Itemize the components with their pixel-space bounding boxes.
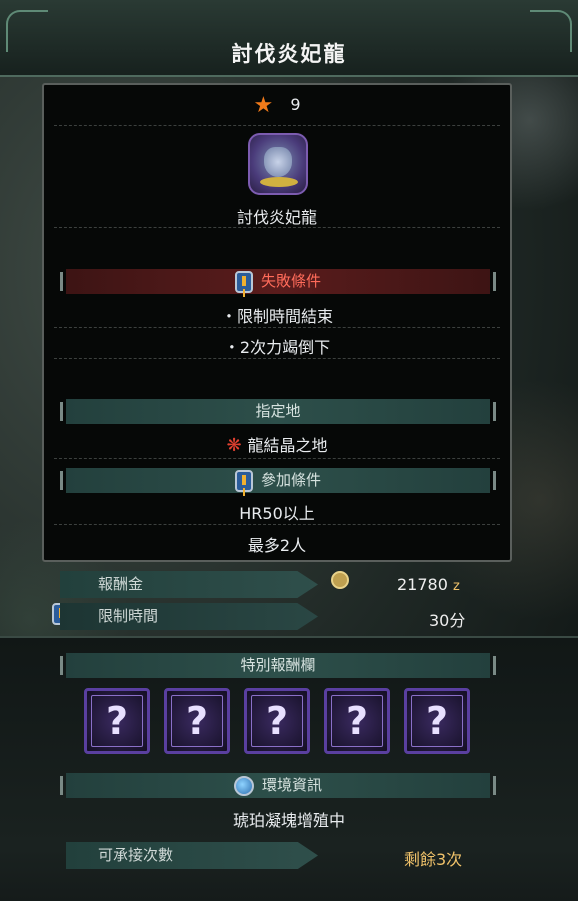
flame-icon: ❋	[226, 435, 242, 456]
rank-value: 9	[290, 95, 301, 114]
environment-banner: 環境資訊	[60, 773, 496, 798]
special-rewards-banner: 特別報酬欄	[60, 653, 496, 678]
time-limit-value: 30分	[429, 611, 466, 630]
reward-amount: 21780 z	[397, 575, 460, 594]
reward-slot[interactable]: ?	[404, 688, 470, 754]
reward-slot[interactable]: ?	[324, 688, 390, 754]
divider	[54, 227, 500, 228]
join-conditions-label: 參加條件	[260, 471, 321, 489]
star-icon: ★	[253, 93, 274, 118]
rank-row: ★ 9	[44, 93, 510, 118]
join-conditions-banner: 參加條件	[60, 468, 496, 493]
reward-slot[interactable]: ?	[244, 688, 310, 754]
divider	[54, 125, 500, 126]
zenny-icon	[331, 571, 349, 589]
quest-details-panel: ★ 9 討伐炎妃龍 失敗條件 ・限制時間結束 ・2次力竭倒下 指定地 ❋ 龍結晶之…	[42, 83, 512, 562]
fail-condition-2: ・2次力竭倒下	[223, 338, 331, 357]
time-limit-label: 限制時間	[60, 603, 318, 630]
reward-slot[interactable]: ?	[84, 688, 150, 754]
location-banner: 指定地	[60, 399, 496, 424]
location-name: 龍結晶之地	[247, 436, 328, 455]
globe-icon	[233, 775, 254, 796]
environment-value: 琥珀凝塊增殖中	[232, 811, 345, 830]
divider	[54, 358, 500, 359]
location-row: ❋ 龍結晶之地	[44, 432, 510, 456]
target-name: 討伐炎妃龍	[236, 208, 317, 227]
monster-icon	[248, 133, 308, 195]
quest-title: 討伐炎妃龍	[231, 42, 347, 66]
fail-conditions-label: 失敗條件	[260, 272, 321, 290]
divider	[54, 524, 500, 525]
reward-slot[interactable]: ?	[164, 688, 230, 754]
player-limit: 最多2人	[247, 536, 307, 555]
divider	[54, 327, 500, 328]
hr-requirement: HR50以上	[239, 504, 315, 523]
reward-label: 報酬金	[60, 571, 318, 598]
accept-count-label: 可承接次數	[66, 842, 318, 869]
quest-badge-icon	[234, 270, 253, 293]
fail-conditions-banner: 失敗條件	[60, 269, 496, 294]
fail-condition-1: ・限制時間結束	[220, 307, 333, 326]
accept-count-value: 剩餘3次	[404, 850, 463, 869]
quest-badge-icon	[234, 469, 253, 492]
reward-unit: z	[453, 579, 460, 594]
reward-amount-value: 21780	[397, 575, 448, 594]
divider	[54, 458, 500, 459]
environment-label: 環境資訊	[261, 776, 322, 794]
